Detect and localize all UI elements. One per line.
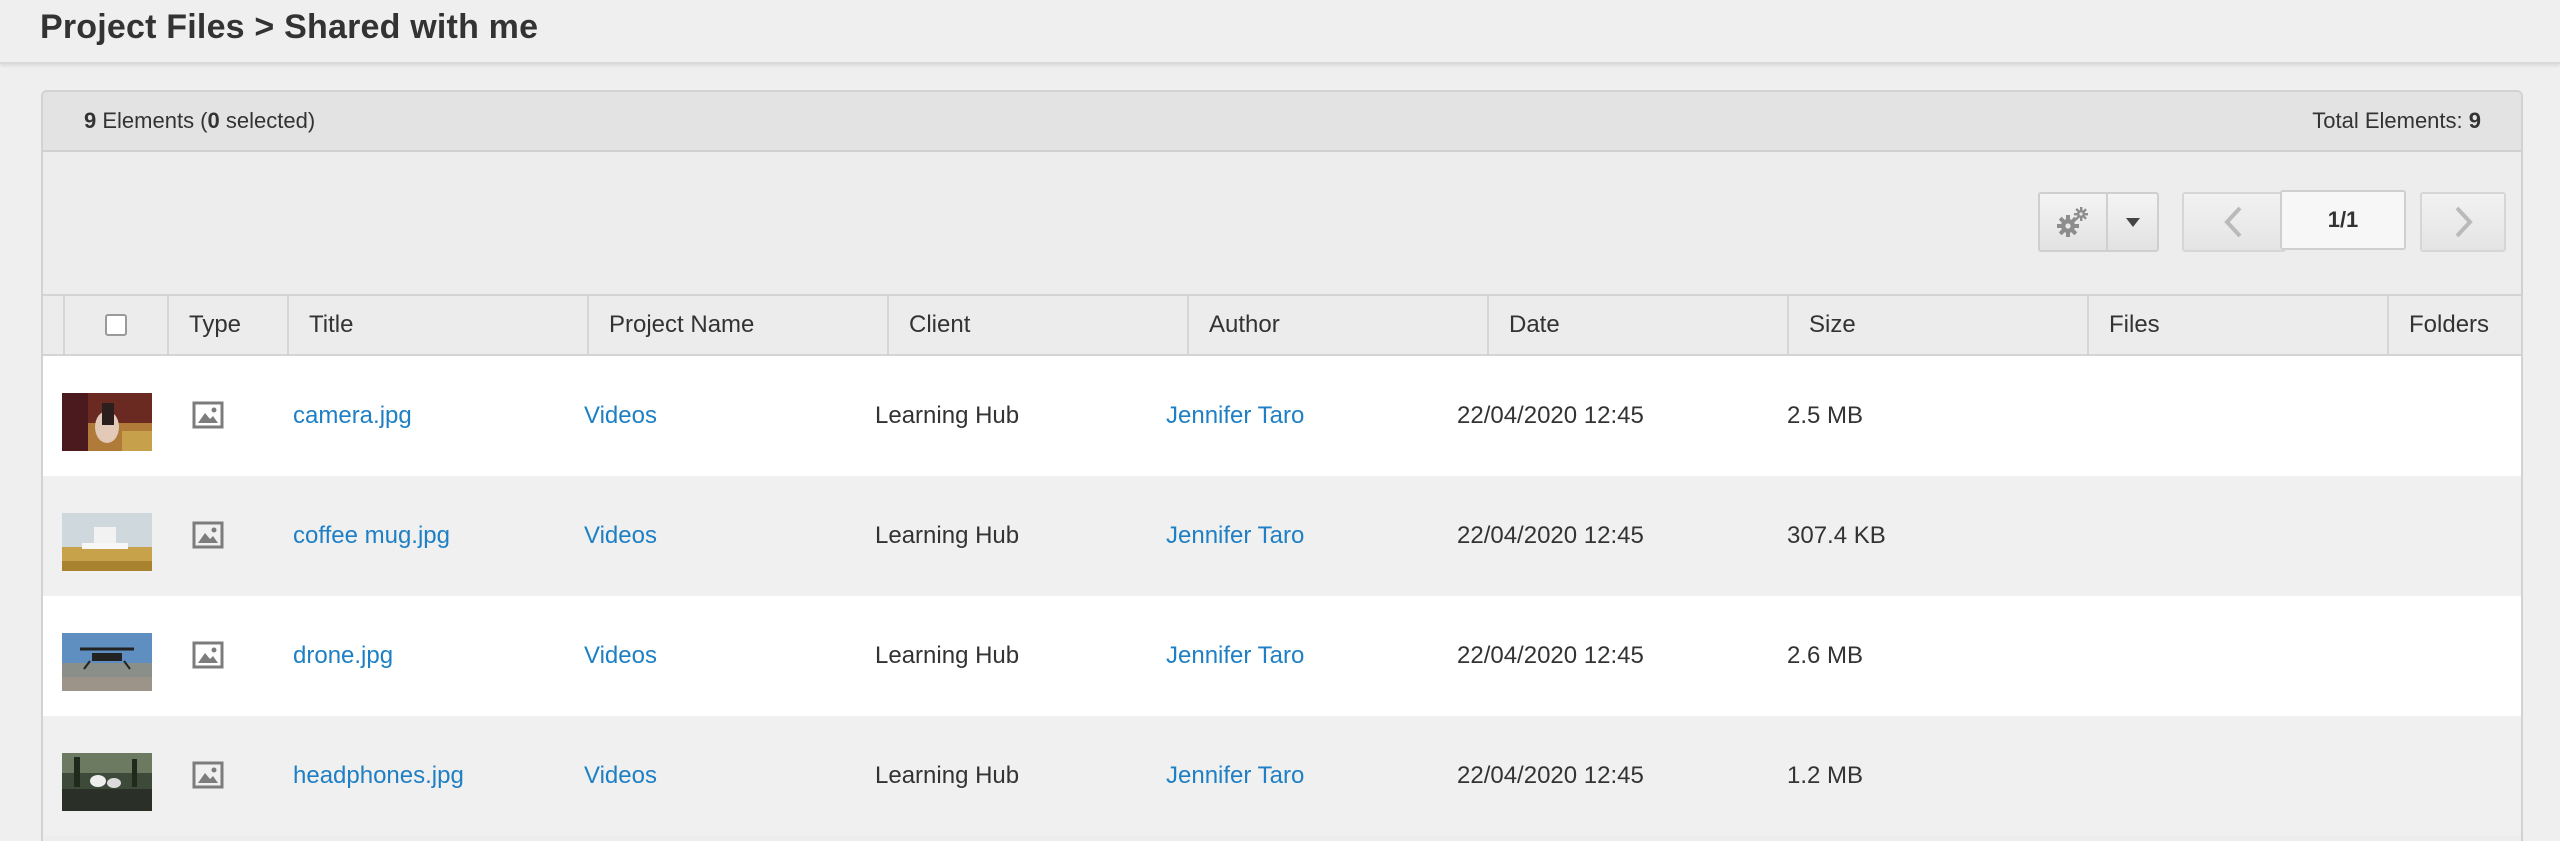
column-header-type[interactable]: Type: [167, 296, 287, 354]
file-list: camera.jpg Videos Learning Hub Jennifer …: [43, 356, 2521, 836]
settings-button[interactable]: [2038, 192, 2108, 252]
table-row[interactable]: coffee mug.jpg Videos Learning Hub Jenni…: [43, 476, 2521, 596]
size-value: 1.2 MB: [1787, 762, 1864, 789]
settings-dropdown-button[interactable]: [2106, 192, 2159, 252]
files-panel: 9 Elements (0 selected) Total Elements: …: [41, 90, 2523, 841]
file-title-link[interactable]: camera.jpg: [293, 356, 412, 476]
column-header-title[interactable]: Title: [287, 296, 587, 354]
date-value: 22/04/2020 12:45: [1457, 402, 1644, 429]
headphones-photo-thumbnail[interactable]: [62, 753, 152, 811]
image-file-icon: [192, 521, 224, 549]
size-value: 2.6 MB: [1787, 642, 1864, 669]
previous-page-button[interactable]: [2182, 192, 2286, 252]
toolbar: 1/1: [43, 152, 2521, 294]
image-file-icon: [192, 641, 224, 669]
column-header-files[interactable]: Files: [2087, 296, 2387, 354]
project-name-link[interactable]: Videos: [584, 356, 657, 476]
column-header-author[interactable]: Author: [1187, 296, 1487, 354]
next-page-button[interactable]: [2420, 192, 2506, 252]
size-value: 2.5 MB: [1787, 402, 1864, 429]
column-header-client[interactable]: Client: [887, 296, 1187, 354]
project-name-link[interactable]: Videos: [584, 476, 657, 596]
table-row[interactable]: drone.jpg Videos Learning Hub Jennifer T…: [43, 596, 2521, 716]
file-title-link[interactable]: coffee mug.jpg: [293, 476, 450, 596]
total-elements: Total Elements: 9: [2312, 108, 2481, 134]
file-title-link[interactable]: headphones.jpg: [293, 716, 464, 836]
image-file-icon: [192, 761, 224, 789]
author-link[interactable]: Jennifer Taro: [1166, 476, 1304, 596]
elements-count: 9: [84, 108, 97, 133]
project-name-link[interactable]: Videos: [584, 596, 657, 716]
elements-label: Elements (: [96, 108, 208, 133]
column-header-size[interactable]: Size: [1787, 296, 2087, 354]
caret-down-icon: [2125, 218, 2140, 227]
table-header: Type Title Project Name Client Author Da…: [43, 294, 2521, 356]
project-name-link[interactable]: Videos: [584, 716, 657, 836]
column-header-folders[interactable]: Folders: [2387, 296, 2521, 354]
coffee-mug-photo-thumbnail[interactable]: [62, 513, 152, 571]
author-link[interactable]: Jennifer Taro: [1166, 356, 1304, 476]
table-row[interactable]: camera.jpg Videos Learning Hub Jennifer …: [43, 356, 2521, 476]
gear-icon: [2057, 207, 2088, 237]
client-name: Learning Hub: [875, 762, 1020, 789]
column-header-project-name[interactable]: Project Name: [587, 296, 887, 354]
camera-photo-thumbnail[interactable]: [62, 393, 152, 451]
chevron-left-icon: [2224, 206, 2242, 238]
drone-photo-thumbnail[interactable]: [62, 633, 152, 691]
elements-summary: 9 Elements (0 selected): [84, 108, 315, 134]
page-header: Project Files > Shared with me: [0, 0, 2560, 64]
client-name: Learning Hub: [875, 522, 1020, 549]
breadcrumb: Project Files > Shared with me: [40, 8, 539, 46]
date-value: 22/04/2020 12:45: [1457, 522, 1644, 549]
selected-count: 0: [207, 108, 220, 133]
author-link[interactable]: Jennifer Taro: [1166, 716, 1304, 836]
select-all-cell: [63, 296, 167, 354]
page-indicator[interactable]: 1/1: [2280, 190, 2406, 250]
client-name: Learning Hub: [875, 642, 1020, 669]
panel-header: 9 Elements (0 selected) Total Elements: …: [43, 92, 2521, 152]
selected-label: selected): [219, 108, 316, 133]
date-value: 22/04/2020 12:45: [1457, 762, 1644, 789]
image-file-icon: [192, 401, 224, 429]
size-value: 307.4 KB: [1787, 522, 1886, 549]
file-title-link[interactable]: drone.jpg: [293, 596, 393, 716]
date-value: 22/04/2020 12:45: [1457, 642, 1644, 669]
total-count: 9: [2468, 108, 2481, 133]
client-name: Learning Hub: [875, 402, 1020, 429]
select-all-checkbox[interactable]: [105, 314, 127, 336]
column-header-date[interactable]: Date: [1487, 296, 1787, 354]
author-link[interactable]: Jennifer Taro: [1166, 596, 1304, 716]
total-label: Total Elements:: [2312, 108, 2469, 133]
chevron-right-icon: [2455, 206, 2473, 238]
table-row[interactable]: headphones.jpg Videos Learning Hub Jenni…: [43, 716, 2521, 836]
